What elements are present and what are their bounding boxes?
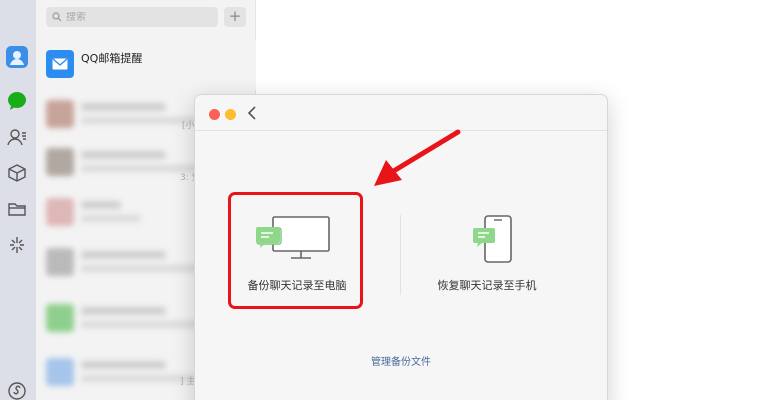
chat-icon[interactable] <box>6 90 28 112</box>
phone-chat-icon <box>473 215 512 263</box>
mini-program-icon[interactable] <box>6 380 28 400</box>
list-item-title: QQ邮箱提醒 <box>81 52 143 65</box>
contacts-icon[interactable] <box>6 126 28 148</box>
red-arrow-icon <box>374 129 461 186</box>
mail-icon <box>46 50 74 78</box>
close-button[interactable] <box>209 109 220 120</box>
restore-to-phone-option[interactable]: 恢复聊天记录至手机 <box>421 195 553 303</box>
folder-icon[interactable] <box>6 198 28 220</box>
icon-rail <box>0 0 36 400</box>
cube-icon[interactable] <box>6 162 28 184</box>
list-item-qq-mail[interactable]: QQ邮箱提醒 <box>36 40 256 90</box>
restore-to-phone-label: 恢复聊天记录至手机 <box>437 279 537 292</box>
search-box[interactable] <box>46 7 218 27</box>
background-text: [小 <box>182 121 195 131</box>
manage-backup-link[interactable]: 管理备份文件 <box>195 353 607 368</box>
highlight-box <box>228 192 363 309</box>
back-chevron-icon[interactable] <box>245 104 259 122</box>
option-divider <box>400 215 401 295</box>
minimize-button[interactable] <box>225 109 236 120</box>
add-button[interactable]: + <box>224 7 246 27</box>
user-avatar-icon[interactable] <box>6 46 28 68</box>
search-input[interactable] <box>66 11 206 23</box>
search-icon <box>52 12 62 22</box>
moments-icon[interactable] <box>6 234 28 256</box>
